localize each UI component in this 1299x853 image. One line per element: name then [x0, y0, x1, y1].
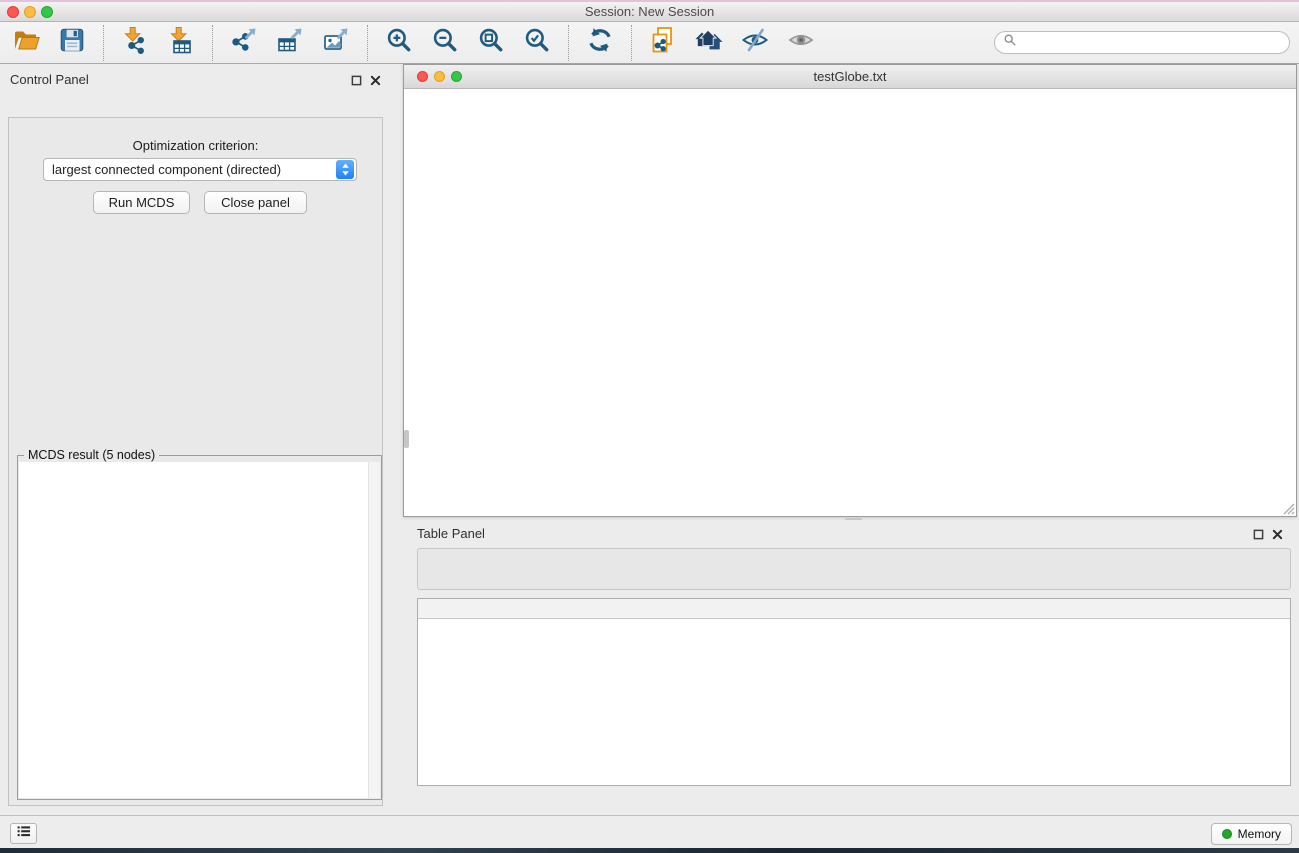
mcds-result-list[interactable]: [19, 462, 369, 798]
toolbar-group: [10, 25, 88, 61]
run-mcds-button[interactable]: Run MCDS: [93, 191, 190, 214]
search-input[interactable]: [1022, 36, 1281, 50]
dropdown-stepper-icon: [336, 160, 354, 179]
memory-status-dot: [1222, 829, 1232, 839]
save-session-icon: [58, 26, 86, 59]
eye-icon: [787, 26, 815, 59]
copy-network-button[interactable]: [647, 27, 679, 59]
network-canvas[interactable]: [404, 89, 1296, 516]
close-table-panel-icon[interactable]: [1272, 527, 1283, 545]
toolbar-group: [212, 25, 352, 61]
network-window-title: testGlobe.txt: [404, 65, 1296, 88]
search-box[interactable]: [994, 31, 1290, 54]
export-table-button[interactable]: [274, 27, 306, 59]
zoom-out-button[interactable]: [429, 27, 461, 59]
zoom-selected-icon: [523, 26, 551, 59]
network-zoom-traffic-light[interactable]: [451, 71, 462, 82]
open-session-icon: [12, 26, 40, 59]
toolbar-group: [631, 25, 817, 61]
export-network-icon: [230, 26, 258, 59]
control-panel: Control Panel Optimization criterion: la…: [0, 64, 391, 813]
eye-slash-button[interactable]: [739, 27, 771, 59]
eye-button[interactable]: [785, 27, 817, 59]
network-window: testGlobe.txt: [403, 64, 1297, 517]
eye-slash-icon: [741, 26, 769, 59]
import-network-button[interactable]: [119, 27, 151, 59]
close-window-traffic-light[interactable]: [7, 6, 19, 18]
mcds-result-group: MCDS result (5 nodes): [17, 455, 382, 800]
network-window-titlebar: testGlobe.txt: [404, 65, 1296, 89]
close-panel-button[interactable]: Close panel: [204, 191, 307, 214]
copy-network-icon: [649, 26, 677, 59]
main-toolbar: [0, 22, 1299, 64]
mcds-result-title: MCDS result (5 nodes): [24, 448, 159, 462]
toolbar-group: [568, 25, 616, 61]
zoom-selected-button[interactable]: [521, 27, 553, 59]
minimize-window-traffic-light[interactable]: [24, 6, 36, 18]
zoom-window-traffic-light[interactable]: [41, 6, 53, 18]
desktop-edge-bottom: [0, 848, 1299, 853]
list-icon: [16, 824, 32, 844]
criterion-dropdown-value: largest connected component (directed): [44, 162, 336, 177]
toolbar-group: [103, 25, 197, 61]
save-session-button[interactable]: [56, 27, 88, 59]
table-panel-title: Table Panel: [417, 526, 485, 541]
control-panel-title: Control Panel: [10, 72, 89, 87]
float-table-panel-icon[interactable]: [1253, 527, 1264, 545]
search-icon: [1003, 33, 1022, 52]
table-header-row: [418, 599, 1290, 619]
network-vertical-scrollbar[interactable]: [404, 430, 409, 448]
session-title: Session: New Session: [0, 2, 1299, 22]
mcds-panel: Optimization criterion: largest connecte…: [8, 117, 383, 806]
float-panel-icon[interactable]: [351, 73, 362, 91]
table-toolbar: [417, 548, 1291, 590]
home-button[interactable]: [693, 27, 725, 59]
memory-button[interactable]: Memory: [1211, 823, 1292, 845]
home-icon: [695, 26, 723, 59]
status-bar: Memory: [0, 815, 1299, 848]
close-panel-icon[interactable]: [370, 73, 381, 91]
export-image-icon: [322, 26, 350, 59]
open-session-button[interactable]: [10, 27, 42, 59]
criterion-dropdown[interactable]: largest connected component (directed): [43, 158, 357, 181]
resize-grip[interactable]: [1280, 500, 1295, 515]
export-image-button[interactable]: [320, 27, 352, 59]
zoom-in-button[interactable]: [383, 27, 415, 59]
toolbar-group: [367, 25, 553, 61]
app-titlebar: Session: New Session: [0, 2, 1299, 22]
optimization-criterion-label: Optimization criterion:: [9, 138, 382, 153]
import-network-icon: [121, 26, 149, 59]
import-table-icon: [167, 26, 195, 59]
memory-label: Memory: [1238, 827, 1281, 841]
refresh-view-button[interactable]: [584, 27, 616, 59]
node-table: [417, 598, 1291, 786]
export-table-icon: [276, 26, 304, 59]
zoom-in-icon: [385, 26, 413, 59]
mcds-result-scrollbar[interactable]: [369, 462, 380, 798]
network-minimize-traffic-light[interactable]: [434, 71, 445, 82]
table-panel: Table Panel: [403, 520, 1299, 815]
zoom-fit-button[interactable]: [475, 27, 507, 59]
zoom-fit-icon: [477, 26, 505, 59]
refresh-view-icon: [586, 26, 614, 59]
task-history-button[interactable]: [10, 823, 37, 844]
zoom-out-icon: [431, 26, 459, 59]
import-table-button[interactable]: [165, 27, 197, 59]
export-network-button[interactable]: [228, 27, 260, 59]
network-close-traffic-light[interactable]: [417, 71, 428, 82]
